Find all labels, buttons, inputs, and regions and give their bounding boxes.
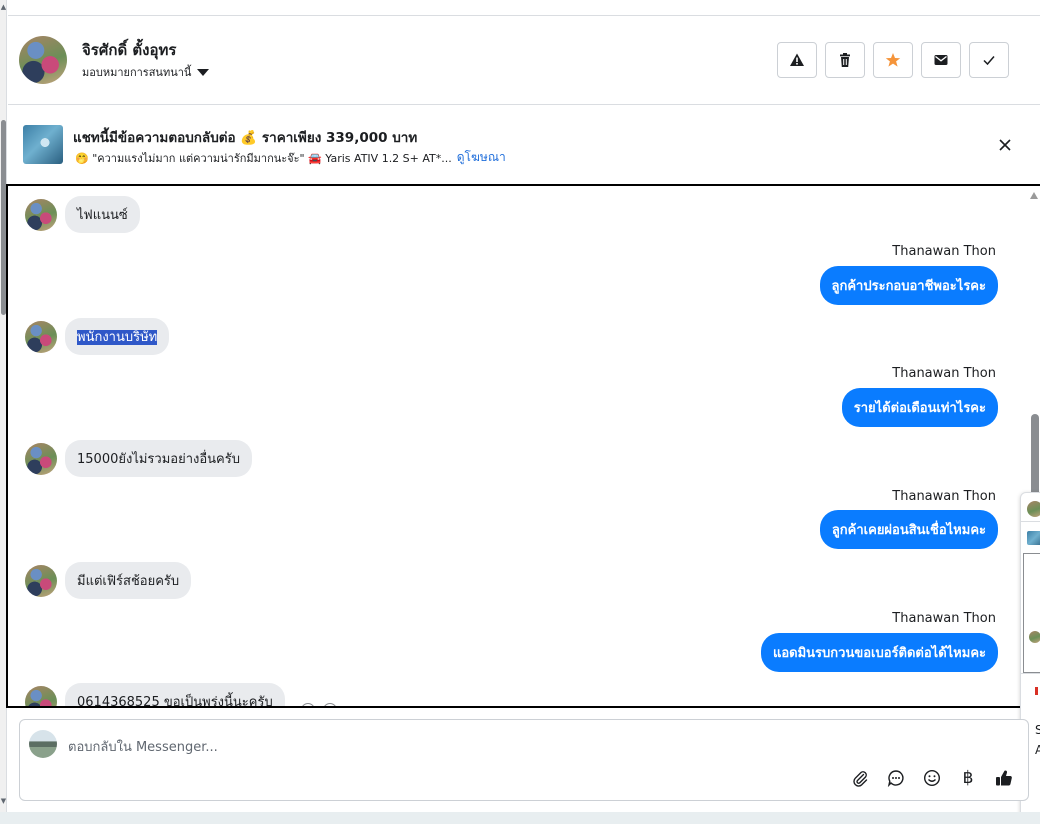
- contact-name[interactable]: จิรศักดิ์ ตั้งอุทร: [82, 38, 176, 62]
- preview-thumbnail: [1027, 531, 1040, 545]
- status-marker: [1035, 687, 1038, 695]
- ad-thumbnail[interactable]: [23, 125, 63, 164]
- message-actions: [300, 702, 337, 706]
- delete-button[interactable]: [825, 42, 865, 78]
- outgoing-message-bubble[interactable]: แอดมินรบกวนขอเบอร์ติดต่อได้ไหมคะ: [760, 633, 998, 672]
- star-icon: [885, 53, 901, 67]
- like-button[interactable]: [994, 768, 1014, 788]
- contact-avatar[interactable]: [19, 36, 67, 84]
- incoming-message: 0614368525 ขอเป็นพรุ่งนี้นะครับ: [25, 683, 337, 706]
- saved-reply-icon: [887, 770, 904, 787]
- preview-avatar: [1027, 501, 1040, 517]
- ad-subtitle: 🤭 "ความแรงไม่มาก แต่ความน่ารักมีมากนะจ๊ะ…: [75, 151, 452, 165]
- payment-button[interactable]: ฿: [958, 768, 978, 788]
- header-actions: [777, 42, 1009, 78]
- sender-name: Thanawan Thon: [892, 366, 996, 381]
- message-bubble[interactable]: 0614368525 ขอเป็นพรุ่งนี้นะครับ: [65, 683, 285, 706]
- envelope-icon: [934, 55, 948, 65]
- assign-label: มอบหมายการสนทนานี้: [82, 66, 192, 79]
- emoji-button[interactable]: [922, 768, 942, 788]
- outgoing-message-bubble[interactable]: ลูกค้าเคยผ่อนสินเชื่อไหมคะ: [819, 510, 998, 549]
- saved-reply-button[interactable]: [886, 768, 906, 788]
- incoming-message: 15000ยังไม่รวมอย่างอื่นครับ: [25, 440, 252, 477]
- close-icon[interactable]: [997, 137, 1013, 153]
- reply-icon[interactable]: [322, 702, 337, 706]
- thumbs-up-icon: [996, 770, 1012, 786]
- check-icon: [983, 56, 995, 66]
- baht-icon: ฿: [962, 768, 974, 788]
- composer-toolbar: ฿: [850, 768, 1014, 788]
- reply-input[interactable]: ตอบกลับใน Messenger...: [68, 736, 218, 757]
- ad-title: แชทนี้มีข้อความตอบกลับต่อ 💰 ราคาเพียง 33…: [73, 130, 418, 146]
- outgoing-message-bubble[interactable]: ลูกค้าประกอบอาชีพอะไรคะ: [819, 266, 998, 305]
- bottom-strip: [0, 812, 1040, 824]
- incoming-message: มีแต่เฟิร์สช้อยครับ: [25, 562, 192, 599]
- preview-text-2: A: [1035, 743, 1040, 757]
- outgoing-message-bubble[interactable]: รายได้ต่อเดือนเท่าไรคะ: [841, 388, 998, 427]
- caret-down-icon: [197, 68, 210, 76]
- preview-avatar-small: [1029, 631, 1040, 643]
- preview-box: [1023, 553, 1040, 673]
- trash-icon: [840, 53, 850, 67]
- mark-done-button[interactable]: [969, 42, 1009, 78]
- selected-text: พนักงานบริษัท: [77, 330, 158, 345]
- scroll-down-arrow-icon[interactable]: ▼: [0, 796, 7, 806]
- ad-context-banner: แชทนี้มีข้อความตอบกลับต่อ 💰 ราคาเพียง 33…: [8, 105, 1040, 185]
- assign-conversation-dropdown[interactable]: มอบหมายการสนทนานี้: [82, 63, 210, 81]
- sender-name: Thanawan Thon: [892, 244, 996, 259]
- warning-icon: [790, 53, 804, 66]
- inbox-conversation-view: ▲ ▼ จิรศักดิ์ ตั้งอุทร มอบหมายการสนทนานี…: [0, 0, 1040, 824]
- sender-avatar[interactable]: [25, 320, 57, 353]
- star-button[interactable]: [873, 42, 913, 78]
- message-bubble[interactable]: 15000ยังไม่รวมอย่างอื่นครับ: [65, 440, 252, 477]
- message-thread[interactable]: ไฟแนนซ์ Thanawan Thon ลูกค้าประกอบอาชีพอ…: [6, 184, 1040, 708]
- page-avatar: [29, 730, 57, 758]
- react-emoji-icon[interactable]: [300, 702, 315, 706]
- view-ad-link[interactable]: ดูโฆษณา: [457, 148, 506, 167]
- report-button[interactable]: [777, 42, 817, 78]
- attach-button[interactable]: [850, 768, 870, 788]
- divider: [1021, 673, 1040, 674]
- reply-composer: ตอบกลับใน Messenger... ฿: [19, 719, 1029, 801]
- mark-unread-button[interactable]: [921, 42, 961, 78]
- sender-avatar[interactable]: [25, 685, 57, 706]
- message-bubble[interactable]: ไฟแนนซ์: [65, 196, 140, 233]
- message-bubble[interactable]: พนักงานบริษัท: [65, 318, 170, 355]
- ad-subtitle-row: 🤭 "ความแรงไม่มาก แต่ความน่ารักมีมากนะจ๊ะ…: [75, 148, 506, 167]
- sender-avatar[interactable]: [25, 198, 57, 231]
- incoming-message: พนักงานบริษัท: [25, 318, 170, 355]
- divider: [1021, 521, 1040, 522]
- message-bubble[interactable]: มีแต่เฟิร์สช้อยครับ: [65, 562, 192, 599]
- sender-avatar[interactable]: [25, 564, 57, 597]
- attach-icon: [853, 771, 868, 787]
- incoming-message: ไฟแนนซ์: [25, 196, 140, 233]
- scroll-up-arrow-icon[interactable]: ▲: [0, 2, 7, 12]
- scroll-up-arrow-icon[interactable]: [1030, 192, 1038, 199]
- thread-scrollbar-thumb[interactable]: [1031, 414, 1039, 504]
- sender-avatar[interactable]: [25, 442, 57, 475]
- sender-name: Thanawan Thon: [892, 489, 996, 504]
- preview-text-1: S: [1035, 723, 1040, 737]
- conversation-header: จิรศักดิ์ ตั้งอุทร มอบหมายการสนทนานี้: [8, 16, 1040, 105]
- emoji-icon: [923, 769, 941, 787]
- sender-name: Thanawan Thon: [892, 611, 996, 626]
